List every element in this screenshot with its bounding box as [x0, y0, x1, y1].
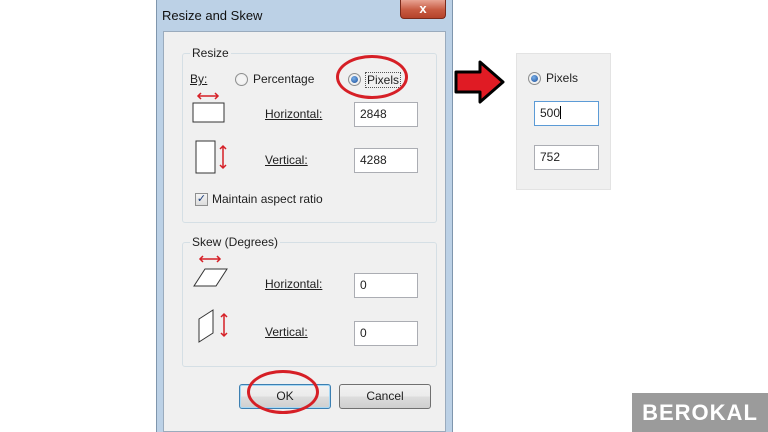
title-bar: Resize and Skew x — [157, 0, 452, 30]
resize-skew-dialog: Resize and Skew x Resize By: Percentage … — [156, 0, 453, 432]
by-label: By: — [190, 72, 208, 86]
pixels-radio[interactable] — [348, 73, 361, 86]
right-arrow-icon — [454, 60, 505, 104]
skew-horizontal-label: Horizontal: — [265, 277, 323, 291]
resize-horizontal-icon — [192, 92, 225, 123]
dialog-body: Resize By: Percentage Pixels Horizontal:… — [163, 31, 446, 432]
skew-vertical-label: Vertical: — [265, 325, 308, 339]
close-icon: x — [419, 1, 427, 16]
pixels-label[interactable]: Pixels — [365, 72, 402, 88]
skew-vertical-icon — [198, 309, 228, 343]
percentage-label[interactable]: Percentage — [253, 72, 314, 86]
resize-values-excerpt: Pixels 500 752 — [516, 53, 611, 190]
dialog-title: Resize and Skew — [162, 8, 263, 23]
resize-group: Resize By: Percentage Pixels Horizontal:… — [182, 46, 437, 223]
close-button[interactable]: x — [400, 0, 446, 19]
skew-horizontal-icon — [193, 255, 228, 287]
resize-vertical-input[interactable]: 4288 — [354, 148, 418, 173]
excerpt-horizontal-input: 500 — [534, 101, 599, 126]
resize-horizontal-input[interactable]: 2848 — [354, 102, 418, 127]
resize-vertical-label: Vertical: — [265, 153, 308, 167]
skew-group: Skew (Degrees) Horizontal: 0 Vertical: 0 — [182, 235, 437, 367]
ok-button[interactable]: OK — [239, 384, 331, 409]
maintain-aspect-checkbox[interactable]: ✓ — [195, 193, 208, 206]
excerpt-pixels-label: Pixels — [546, 71, 579, 85]
text-cursor — [560, 106, 562, 119]
excerpt-vertical-input: 752 — [534, 145, 599, 170]
skew-group-label: Skew (Degrees) — [190, 235, 281, 249]
excerpt-pixels-radio — [528, 72, 541, 85]
cancel-button[interactable]: Cancel — [339, 384, 431, 409]
maintain-aspect-label[interactable]: Maintain aspect ratio — [212, 192, 323, 206]
resize-vertical-icon — [195, 140, 227, 174]
skew-horizontal-input[interactable]: 0 — [354, 273, 418, 298]
resize-horizontal-label: Horizontal: — [265, 107, 323, 121]
skew-vertical-input[interactable]: 0 — [354, 321, 418, 346]
percentage-radio[interactable] — [235, 73, 248, 86]
watermark-logo: BEROKAL — [632, 393, 768, 432]
resize-group-label: Resize — [190, 46, 231, 60]
